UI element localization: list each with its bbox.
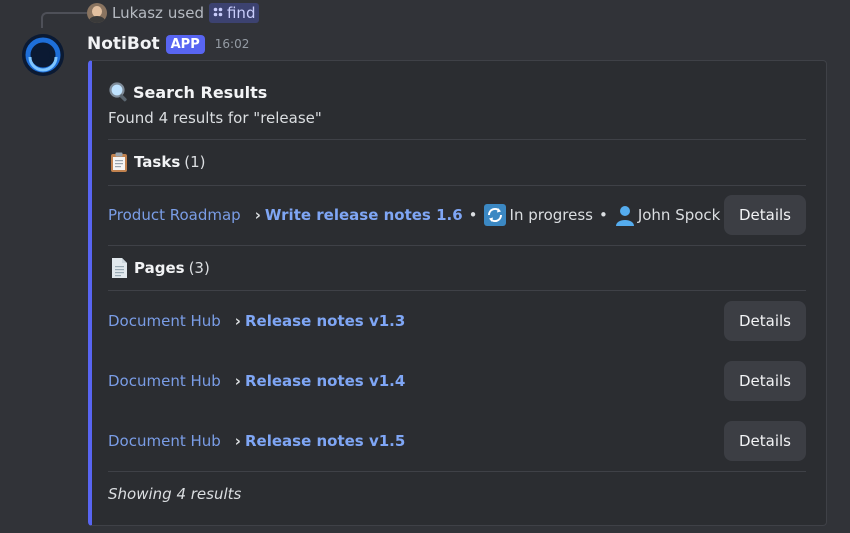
page-icon — [108, 257, 130, 279]
page-title-link[interactable]: Release notes v1.4 — [245, 372, 405, 390]
pages-section-header: Pages (3) — [108, 257, 210, 279]
bullet-separator: • — [598, 206, 608, 224]
page-breadcrumb-link[interactable]: Document Hub — [108, 372, 221, 390]
user-avatar[interactable] — [87, 3, 107, 23]
clipboard-icon — [108, 151, 130, 173]
task-result-row: Product Roadmap › Write release notes 1.… — [108, 195, 806, 235]
magnifying-glass-icon — [108, 81, 130, 103]
reply-verb: used — [167, 4, 204, 22]
divider — [108, 290, 806, 291]
embed-title-text: Search Results — [133, 82, 268, 102]
command-reply-context[interactable]: Lukasz used find — [87, 2, 260, 24]
task-assignee: John Spock — [637, 206, 721, 224]
breadcrumb-separator: › — [234, 312, 241, 330]
reply-username[interactable]: Lukasz — [112, 4, 163, 22]
page-details-button[interactable]: Details — [724, 301, 806, 341]
pages-section-count: (3) — [188, 259, 210, 277]
task-details-button[interactable]: Details — [724, 195, 806, 235]
breadcrumb-separator: › — [254, 206, 261, 224]
bot-name[interactable]: NotiBot — [87, 34, 160, 54]
page-title-link[interactable]: Release notes v1.3 — [245, 312, 405, 330]
reply-connector — [41, 12, 87, 28]
slash-command-icon — [213, 7, 223, 20]
divider — [108, 245, 806, 246]
page-result-row: Document Hub › Release notes v1.5 Detail… — [108, 421, 806, 461]
tasks-section-count: (1) — [184, 153, 206, 171]
search-results-embed: Search Results Found 4 results for "rele… — [88, 60, 827, 526]
page-title-link[interactable]: Release notes v1.5 — [245, 432, 405, 450]
tasks-section-label: Tasks — [134, 153, 181, 171]
bot-logo-icon — [22, 34, 64, 76]
message-header: NotiBot APP 16:02 — [87, 32, 249, 56]
command-mention[interactable]: find — [208, 3, 260, 23]
command-name: find — [226, 4, 256, 22]
embed-subtitle: Found 4 results for "release" — [108, 109, 322, 127]
breadcrumb-separator: › — [234, 432, 241, 450]
page-details-button[interactable]: Details — [724, 361, 806, 401]
embed-footer: Showing 4 results — [108, 485, 242, 503]
app-badge: APP — [165, 34, 205, 54]
page-breadcrumb-link[interactable]: Document Hub — [108, 312, 221, 330]
message-timestamp[interactable]: 16:02 — [215, 37, 250, 51]
page-breadcrumb-link[interactable]: Document Hub — [108, 432, 221, 450]
tasks-section-header: Tasks (1) — [108, 151, 206, 173]
page-result-row: Document Hub › Release notes v1.4 Detail… — [108, 361, 806, 401]
task-status: In progress — [509, 206, 593, 224]
breadcrumb-separator: › — [234, 372, 241, 390]
task-title-link[interactable]: Write release notes 1.6 — [265, 206, 463, 224]
page-result-row: Document Hub › Release notes v1.3 Detail… — [108, 301, 806, 341]
bullet-separator: • — [468, 206, 478, 224]
bot-avatar[interactable] — [22, 34, 64, 76]
person-silhouette-icon — [614, 204, 636, 226]
repeat-arrows-icon — [483, 204, 506, 226]
pages-section-label: Pages — [134, 259, 185, 277]
divider — [108, 471, 806, 472]
page-details-button[interactable]: Details — [724, 421, 806, 461]
divider — [108, 139, 806, 140]
embed-title: Search Results — [108, 81, 267, 103]
task-breadcrumb-link[interactable]: Product Roadmap — [108, 206, 241, 224]
divider — [108, 185, 806, 186]
